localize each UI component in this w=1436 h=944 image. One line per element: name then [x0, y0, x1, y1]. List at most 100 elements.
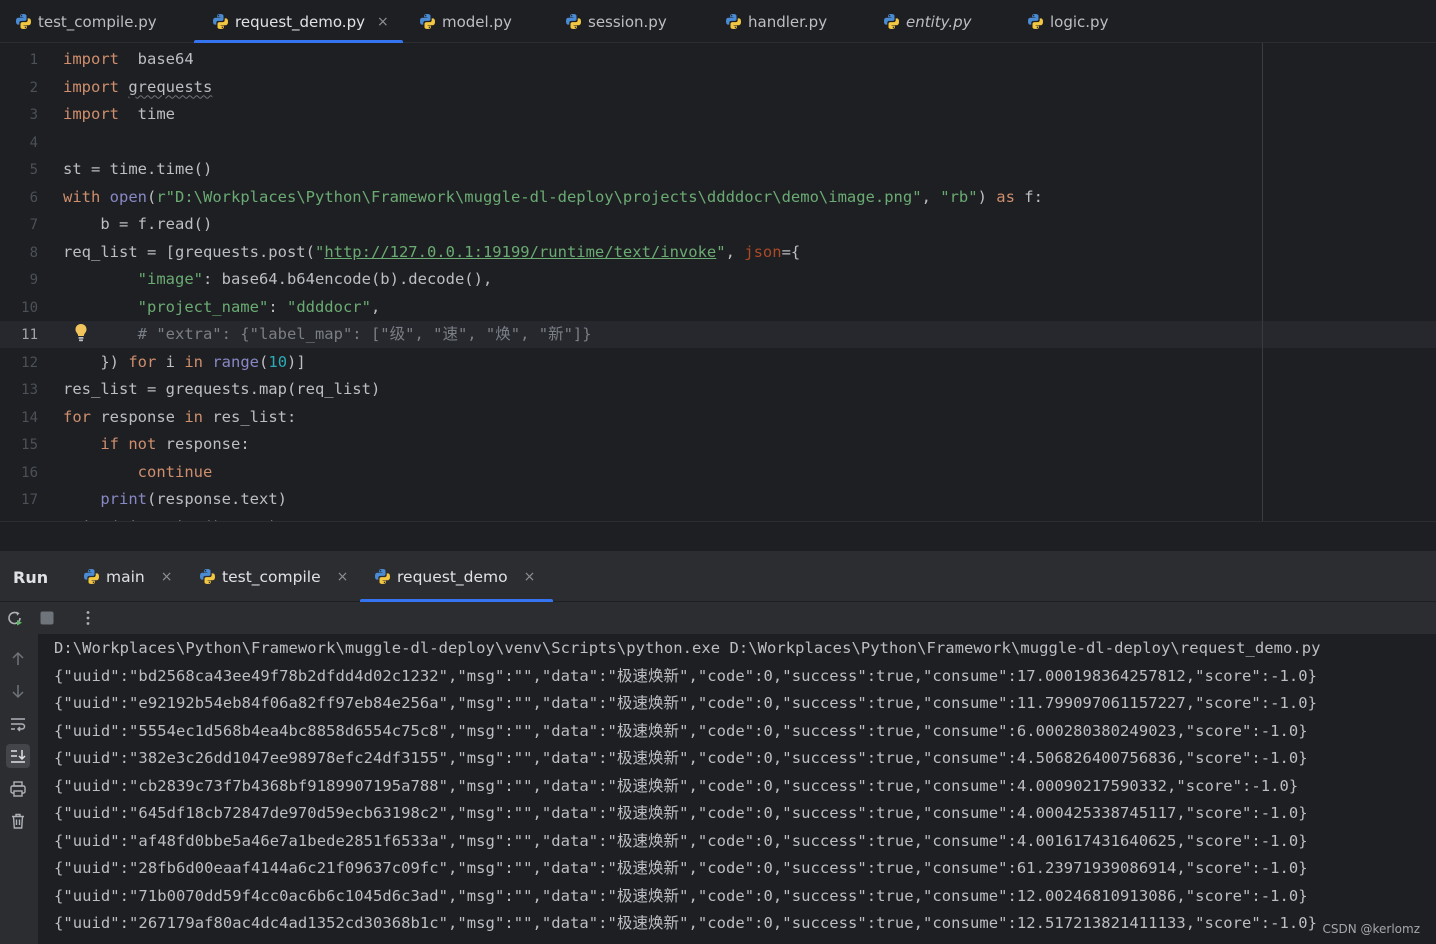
line-number: 17 [21, 492, 38, 508]
python-run-icon [83, 568, 100, 585]
python-run-icon [374, 568, 391, 585]
code-line: st = time.time() [63, 160, 213, 178]
scroll-up-icon[interactable] [9, 650, 27, 668]
tab-logic[interactable]: logic.py [1027, 0, 1108, 43]
code-line: print(response.text) [100, 490, 287, 508]
code-line: if not response: [100, 435, 250, 453]
soft-wrap-icon[interactable] [9, 715, 27, 733]
console-line: {"uuid":"645df18cb72847de970d59ecb63198c… [54, 804, 1308, 822]
line-number: 2 [29, 79, 38, 96]
line-number: 10 [21, 299, 38, 316]
tab-label: test_compile.py [38, 12, 157, 31]
line-number: 6 [29, 189, 38, 206]
run-tab-request-demo[interactable]: request_demo × [360, 551, 554, 602]
code-line: }) for i in range(10)] [63, 352, 306, 371]
run-tab-label: main [106, 567, 145, 586]
line-number: 3 [29, 107, 38, 123]
tab-model[interactable]: model.py [419, 0, 512, 43]
code-line: "project_name": "ddddocr", [137, 297, 381, 316]
line-number: 13 [21, 382, 38, 398]
code-line: # "extra": {"label_map": ["级", "速", "焕",… [137, 325, 592, 343]
tab-handler[interactable]: handler.py [725, 0, 827, 43]
run-panel-title: Run [13, 568, 49, 587]
scroll-to-end-icon[interactable] [6, 744, 30, 768]
python-file-icon [883, 13, 900, 30]
tab-request-demo[interactable]: request_demo.py × [194, 0, 403, 43]
console-line: {"uuid":"af48fd0bbe5a46e7a1bede2851f6533… [54, 831, 1308, 850]
line-number: 9 [29, 272, 38, 288]
line-number: 1 [29, 52, 38, 68]
watermark: CSDN @kerlomz [1322, 922, 1420, 936]
python-file-icon [212, 13, 229, 30]
print-icon[interactable] [9, 780, 27, 798]
code-line: for response in res_list: [63, 407, 297, 426]
editor-tab-bar: test_compile.py request_demo.py × model.… [0, 0, 1436, 43]
line-number: 4 [29, 134, 38, 151]
python-run-icon [199, 568, 216, 585]
console-line: {"uuid":"71b0070dd59f4cc0ac6b6c1045d6c3a… [54, 886, 1308, 905]
code-line: import time [63, 105, 175, 123]
run-tab-main[interactable]: main × [83, 551, 172, 602]
run-panel-header: Run main × test_compile × request_demo × [0, 551, 1436, 602]
run-tab-label: test_compile [222, 567, 321, 586]
line-number-gutter: 123456789101112131415161718 [0, 43, 58, 521]
run-toolbar [0, 602, 1436, 634]
stop-icon[interactable] [38, 609, 56, 627]
tab-entity[interactable]: entity.py [883, 0, 972, 43]
more-icon[interactable] [79, 609, 97, 627]
line-number: 16 [21, 464, 38, 481]
console-line: {"uuid":"382e3c26dd1047ee98978efc24df315… [54, 749, 1308, 767]
console-line: {"uuid":"5554ec1d568b4ea4bc8858d6554c75c… [54, 721, 1308, 740]
code-editor[interactable]: 123456789101112131415161718 import base6… [0, 43, 1436, 521]
code-line: import base64 [63, 50, 194, 68]
trash-icon[interactable] [9, 812, 27, 830]
code-line: continue [137, 462, 213, 481]
console-side-toolbar [0, 634, 38, 944]
code-line: req_list = [grequests.post("http://127.0… [63, 242, 801, 261]
code-line: b = f.read() [63, 215, 213, 233]
panel-splitter[interactable] [0, 521, 1436, 551]
close-run-tab-icon[interactable]: × [161, 569, 173, 585]
console-line: D:\Workplaces\Python\Framework\muggle-dl… [54, 639, 1321, 657]
python-file-icon [15, 13, 32, 30]
line-number: 7 [29, 217, 38, 233]
console-line: {"uuid":"cb2839c73f7b4368bf9189907195a78… [54, 776, 1299, 795]
line-number: 12 [21, 354, 38, 371]
line-number: 8 [29, 244, 38, 261]
tab-label: entity.py [906, 12, 972, 31]
python-file-icon [565, 13, 582, 30]
close-run-tab-icon[interactable]: × [524, 569, 536, 585]
tab-label: logic.py [1050, 12, 1109, 31]
line-number: 14 [21, 409, 38, 426]
console-line: {"uuid":"e92192b54eb84f06a82ff97eb84e256… [54, 694, 1318, 712]
tab-label: handler.py [748, 12, 828, 31]
console-line: {"uuid":"267179af80ac4dc4ad1352cd30368b1… [54, 914, 1318, 932]
tab-test-compile[interactable]: test_compile.py [15, 0, 157, 43]
line-number: 5 [29, 162, 38, 178]
right-margin-guide [1262, 43, 1263, 521]
close-run-tab-icon[interactable]: × [337, 569, 349, 585]
console-line: {"uuid":"bd2568ca43ee49f78b2dfdd4d02c123… [54, 666, 1318, 685]
python-file-icon [419, 13, 436, 30]
python-file-icon [725, 13, 742, 30]
scroll-down-icon[interactable] [9, 682, 27, 700]
code-area[interactable]: import base64 import grequests import time… [63, 43, 1436, 521]
python-file-icon [1027, 13, 1044, 30]
code-line: res_list = grequests.map(req_list) [63, 380, 381, 398]
code-line: with open(r"D:\Workplaces\Python\Framewo… [63, 187, 1043, 206]
run-console-output[interactable]: D:\Workplaces\Python\Framework\muggle-dl… [38, 634, 1436, 944]
console-line: {"uuid":"28fb6d00eaaf4144a6c21f09637c09f… [54, 859, 1308, 877]
code-line: "image": base64.b64encode(b).decode(), [137, 270, 493, 288]
line-number: 15 [21, 437, 38, 453]
close-tab-icon[interactable]: × [377, 14, 389, 30]
tab-session[interactable]: session.py [565, 0, 667, 43]
run-tab-test-compile[interactable]: test_compile × [199, 551, 348, 602]
code-line: import grequests [63, 77, 213, 96]
tab-label: request_demo.py [235, 12, 365, 31]
run-tab-label: request_demo [397, 567, 508, 586]
tab-label: model.py [442, 12, 512, 31]
rerun-icon[interactable] [6, 609, 24, 627]
line-number: 11 [21, 327, 38, 343]
tab-label: session.py [588, 12, 667, 31]
lightbulb-icon[interactable] [74, 323, 88, 343]
